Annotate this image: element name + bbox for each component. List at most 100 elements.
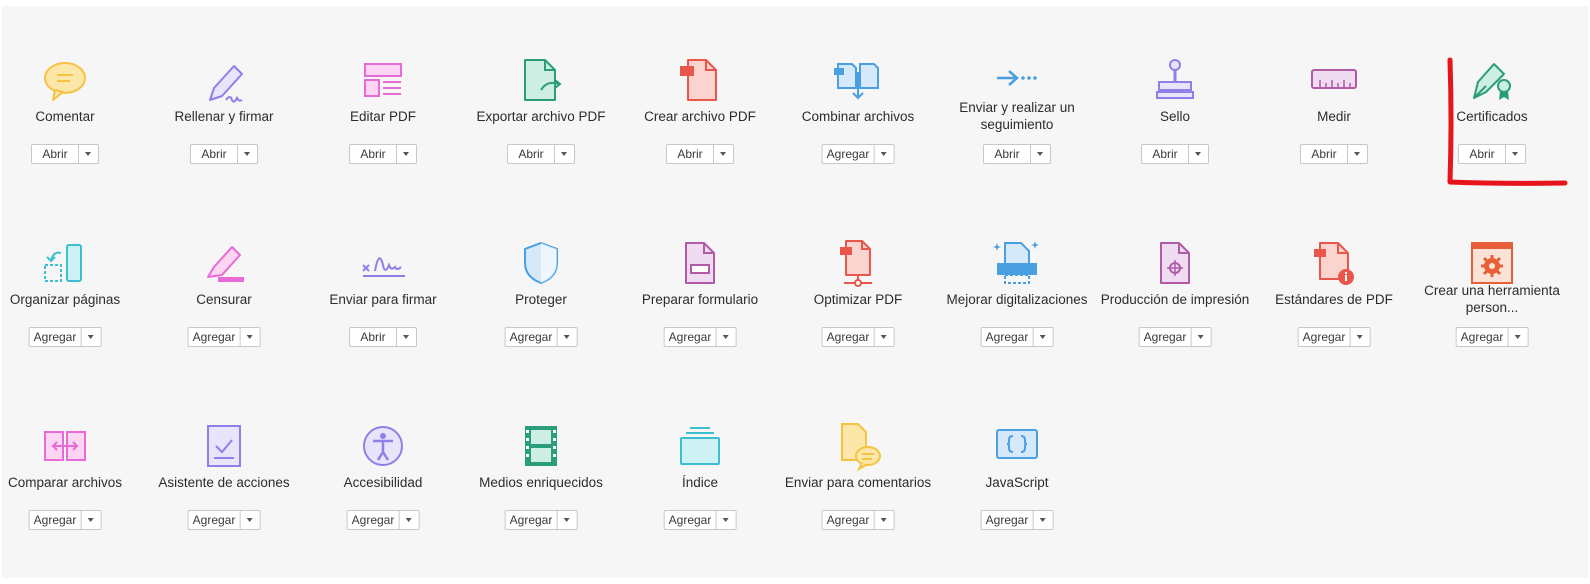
chevron-down-icon[interactable] <box>1347 145 1367 163</box>
tool-crear-pdf[interactable]: Crear archivo PDF Abrir <box>620 56 780 196</box>
tool-crear-herramienta[interactable]: Crear una herramienta person... Agregar <box>1412 239 1572 379</box>
tool-medir[interactable]: Medir Abrir <box>1254 56 1414 196</box>
chevron-down-icon[interactable] <box>396 145 416 163</box>
chevron-down-icon[interactable] <box>873 328 893 346</box>
tool-estandares-pdf[interactable]: Estándares de PDF Agregar <box>1254 239 1414 379</box>
tool-optimizar-pdf[interactable]: Optimizar PDF Agregar <box>778 239 938 379</box>
tool-enviar-comentarios[interactable]: Enviar para comentarios Agregar <box>778 422 938 562</box>
add-button[interactable]: Agregar <box>504 510 578 530</box>
tool-indice[interactable]: Índice Agregar <box>620 422 780 562</box>
chevron-down-icon[interactable] <box>1188 145 1208 163</box>
add-button[interactable]: Agregar <box>821 144 895 164</box>
chevron-down-icon[interactable] <box>239 328 259 346</box>
add-button[interactable]: Agregar <box>821 327 895 347</box>
chevron-down-icon[interactable] <box>715 328 735 346</box>
tool-comentar[interactable]: Comentar Abrir <box>0 56 145 196</box>
open-button[interactable]: Abrir <box>983 144 1051 164</box>
add-button[interactable]: Agregar <box>504 327 578 347</box>
tool-label: Medir <box>1317 108 1351 124</box>
open-button[interactable]: Abrir <box>190 144 258 164</box>
tool-label: Censurar <box>196 291 252 307</box>
tool-organizar-paginas[interactable]: Organizar páginas Agregar <box>0 239 145 379</box>
tool-enviar-firmar[interactable]: Enviar para firmar Abrir <box>303 239 463 379</box>
tool-accesibilidad[interactable]: Accesibilidad Agregar <box>303 422 463 562</box>
chevron-down-icon[interactable] <box>80 328 100 346</box>
tool-preparar-formulario[interactable]: Preparar formulario Agregar <box>620 239 780 379</box>
add-button[interactable]: Agregar <box>980 510 1054 530</box>
chevron-down-icon[interactable] <box>556 511 576 529</box>
chevron-down-icon[interactable] <box>1032 328 1052 346</box>
chevron-down-icon[interactable] <box>713 145 733 163</box>
tool-certificados[interactable]: Certificados Abrir <box>1412 56 1572 196</box>
tool-label: Enviar para firmar <box>329 291 437 307</box>
tool-javascript[interactable]: JavaScript Agregar <box>937 422 1097 562</box>
chevron-down-icon[interactable] <box>715 511 735 529</box>
tool-editar-pdf[interactable]: Editar PDF Abrir <box>303 56 463 196</box>
add-button[interactable]: Agregar <box>980 327 1054 347</box>
chevron-down-icon[interactable] <box>1190 328 1210 346</box>
tool-enviar-seguimiento[interactable]: Enviar y realizar un seguimiento Abrir <box>937 56 1097 196</box>
tool-produccion-impresion[interactable]: Producción de impresión Agregar <box>1095 239 1255 379</box>
tool-label: Certificados <box>1456 108 1528 124</box>
add-button[interactable]: Agregar <box>663 327 737 347</box>
tool-label: Optimizar PDF <box>813 291 903 307</box>
add-button[interactable]: Agregar <box>28 327 102 347</box>
tool-label: JavaScript <box>985 474 1049 490</box>
tool-medios-enriquecidos[interactable]: Medios enriquecidos Agregar <box>461 422 621 562</box>
chevron-down-icon[interactable] <box>78 145 98 163</box>
tool-comparar-archivos[interactable]: Comparar archivos Agregar <box>0 422 145 562</box>
chevron-down-icon[interactable] <box>396 328 416 346</box>
chevron-down-icon[interactable] <box>873 145 893 163</box>
open-button[interactable]: Abrir <box>31 144 99 164</box>
chevron-down-icon[interactable] <box>239 511 259 529</box>
chevron-down-icon[interactable] <box>1349 328 1369 346</box>
add-button[interactable]: Agregar <box>28 510 102 530</box>
add-button[interactable]: Agregar <box>1455 327 1529 347</box>
tool-exportar-pdf[interactable]: Exportar archivo PDF Abrir <box>461 56 621 196</box>
chevron-down-icon[interactable] <box>398 511 418 529</box>
tool-combinar-archivos[interactable]: Combinar archivos Agregar <box>778 56 938 196</box>
open-button[interactable]: Abrir <box>349 144 417 164</box>
tool-censurar[interactable]: Censurar Agregar <box>144 239 304 379</box>
open-button[interactable]: Abrir <box>1141 144 1209 164</box>
tool-label: Mejorar digitalizaciones <box>946 291 1088 307</box>
tool-label: Exportar archivo PDF <box>476 108 606 124</box>
add-button[interactable]: Agregar <box>821 510 895 530</box>
tool-proteger[interactable]: Proteger Agregar <box>461 239 621 379</box>
tool-label: Asistente de acciones <box>158 474 290 490</box>
tool-label: Preparar formulario <box>641 291 759 307</box>
add-button[interactable]: Agregar <box>663 510 737 530</box>
add-button[interactable]: Agregar <box>1138 327 1212 347</box>
open-button[interactable]: Abrir <box>1458 144 1526 164</box>
chevron-down-icon[interactable] <box>80 511 100 529</box>
chevron-down-icon[interactable] <box>1507 328 1527 346</box>
chevron-down-icon[interactable] <box>554 145 574 163</box>
chevron-down-icon[interactable] <box>1030 145 1050 163</box>
add-button[interactable]: Agregar <box>187 327 261 347</box>
add-button[interactable]: Agregar <box>1297 327 1371 347</box>
chevron-down-icon[interactable] <box>1505 145 1525 163</box>
tool-label: Organizar páginas <box>9 291 121 307</box>
tool-label: Índice <box>681 474 719 490</box>
open-button[interactable]: Abrir <box>507 144 575 164</box>
chevron-down-icon[interactable] <box>556 328 576 346</box>
chevron-down-icon[interactable] <box>873 511 893 529</box>
tool-mejorar-digitalizaciones[interactable]: Mejorar digitalizaciones Agregar <box>937 239 1097 379</box>
tool-label: Rellenar y firmar <box>174 108 274 124</box>
tool-label: Comparar archivos <box>7 474 123 490</box>
tool-label: Crear una herramienta person... <box>1424 283 1560 315</box>
add-button[interactable]: Agregar <box>187 510 261 530</box>
tool-sello[interactable]: Sello Abrir <box>1095 56 1255 196</box>
open-button[interactable]: Abrir <box>349 327 417 347</box>
chevron-down-icon[interactable] <box>1032 511 1052 529</box>
tool-rellenar-firmar[interactable]: Rellenar y firmar Abrir <box>144 56 304 196</box>
tool-label: Crear archivo PDF <box>644 108 756 124</box>
tool-label: Enviar y realizar un seguimiento <box>959 100 1075 132</box>
tool-label: Combinar archivos <box>801 108 915 124</box>
add-button[interactable]: Agregar <box>346 510 420 530</box>
tool-asistente-acciones[interactable]: Asistente de acciones Agregar <box>144 422 304 562</box>
tool-label: Accesibilidad <box>343 474 423 490</box>
open-button[interactable]: Abrir <box>1300 144 1368 164</box>
open-button[interactable]: Abrir <box>666 144 734 164</box>
chevron-down-icon[interactable] <box>237 145 257 163</box>
